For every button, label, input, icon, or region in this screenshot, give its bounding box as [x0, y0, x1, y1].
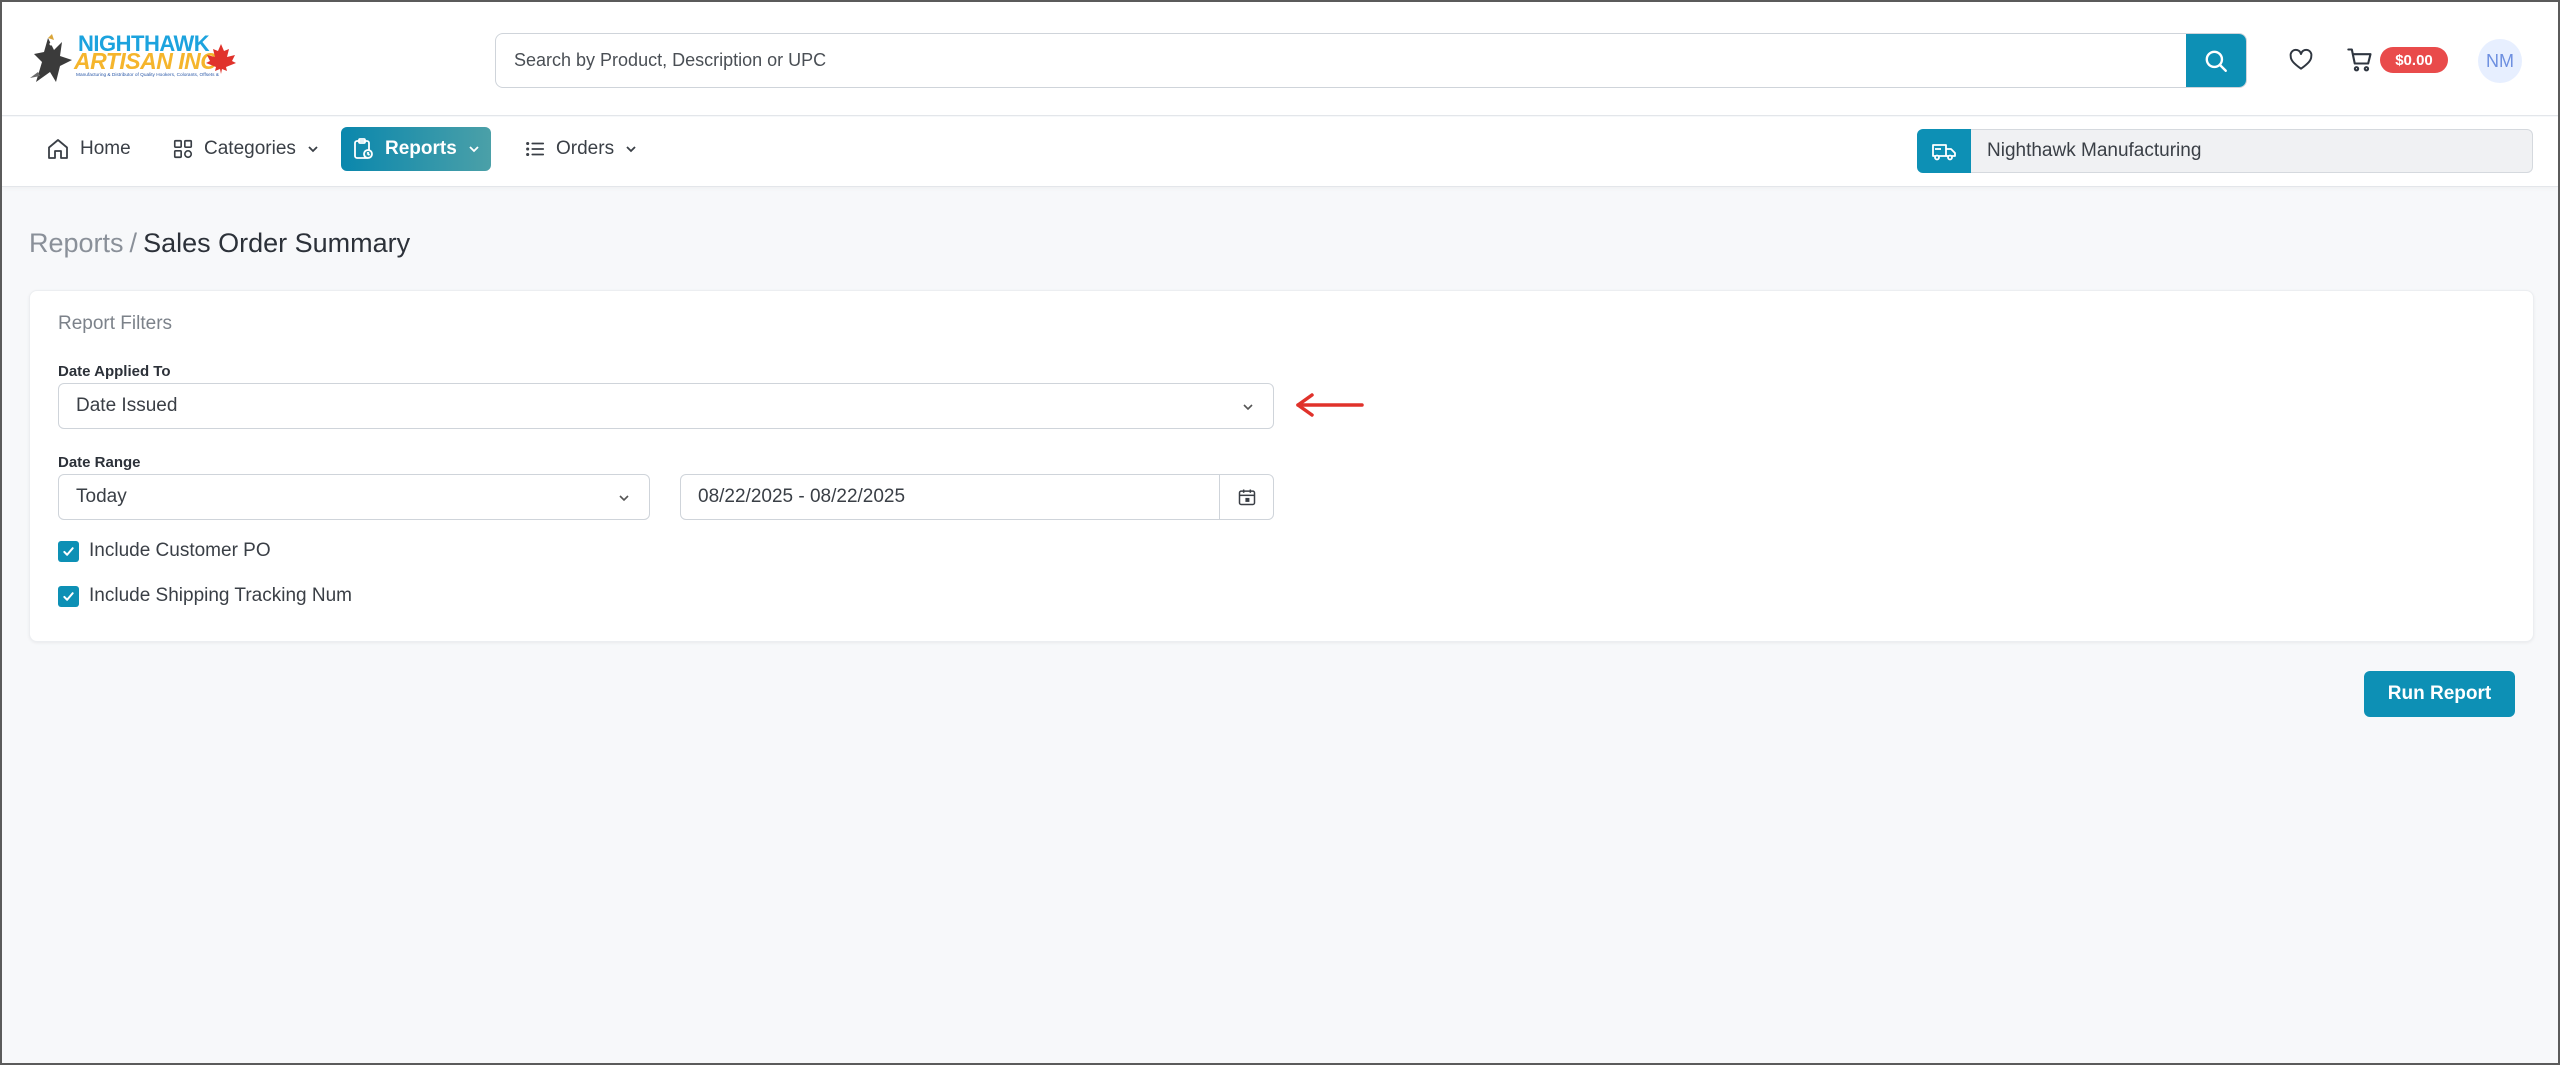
- date-range-value: Today: [76, 486, 127, 507]
- vendor-switch-button[interactable]: [1917, 129, 1971, 173]
- grid-icon: [173, 139, 193, 159]
- date-range-input[interactable]: [681, 475, 1219, 519]
- include-tracking-label: Include Shipping Tracking Num: [89, 585, 352, 606]
- nav-orders-label: Orders: [556, 138, 615, 159]
- breadcrumb: Reports / Sales Order Summary: [29, 228, 410, 259]
- include-customer-po-checkbox[interactable]: [58, 540, 79, 562]
- annotation-arrow-icon: [1296, 393, 1364, 417]
- wishlist-button[interactable]: [2286, 45, 2316, 75]
- include-customer-po-row: Include Customer PO: [58, 540, 271, 562]
- cart-button[interactable]: [2345, 45, 2375, 75]
- brand-logo[interactable]: NIGHTHAWK ARTISAN INC. Manufacturing & D…: [28, 28, 238, 90]
- search-input[interactable]: [496, 34, 2186, 87]
- main-nav: Home Categories Reports Orders Nighthawk…: [2, 117, 2558, 187]
- date-applied-value: Date Issued: [76, 395, 178, 416]
- run-report-button[interactable]: Run Report: [2364, 671, 2515, 717]
- breadcrumb-reports-link[interactable]: Reports: [29, 228, 124, 258]
- nav-categories[interactable]: Categories: [162, 127, 330, 171]
- logo-wordmark-bottom: ARTISAN INC.: [74, 48, 223, 74]
- search-button[interactable]: [2186, 34, 2246, 87]
- include-tracking-checkbox[interactable]: [58, 585, 79, 607]
- report-filters-title: Report Filters: [58, 313, 173, 334]
- chevron-down-icon: [308, 146, 318, 153]
- list-icon: [526, 141, 545, 157]
- check-icon: [63, 546, 74, 556]
- truck-icon: [1932, 144, 1956, 161]
- clipboard-icon: [354, 138, 373, 159]
- nav-home-label: Home: [80, 138, 131, 159]
- date-range-select[interactable]: Today: [58, 474, 650, 520]
- home-icon: [48, 139, 68, 159]
- chevron-down-icon: [619, 495, 629, 502]
- app-window: NIGHTHAWK ARTISAN INC. Manufacturing & D…: [0, 0, 2560, 1065]
- nav-reports[interactable]: Reports: [341, 127, 491, 171]
- heart-icon: [2289, 48, 2313, 70]
- logo-tagline: Manufacturing & Distributor of Quality H…: [76, 72, 219, 78]
- vendor-name-field[interactable]: Nighthawk Manufacturing: [1971, 129, 2533, 173]
- include-tracking-row: Include Shipping Tracking Num: [58, 585, 352, 607]
- search-bar: [495, 33, 2247, 88]
- nav-categories-label: Categories: [204, 138, 296, 159]
- nav-home[interactable]: Home: [36, 127, 141, 171]
- page-title: Sales Order Summary: [143, 228, 411, 258]
- calendar-icon: [1238, 489, 1255, 506]
- calendar-button[interactable]: [1219, 475, 1273, 519]
- date-range-label: Date Range: [58, 454, 141, 471]
- check-icon: [63, 591, 74, 601]
- nav-orders[interactable]: Orders: [514, 127, 648, 171]
- breadcrumb-separator: /: [129, 228, 138, 258]
- maple-leaf-icon: [206, 44, 236, 74]
- hawk-logo-icon: [30, 34, 72, 82]
- report-filters-card: Report Filters Date Applied To Date Issu…: [29, 290, 2534, 642]
- date-range-picker: [680, 474, 1274, 520]
- top-header: NIGHTHAWK ARTISAN INC. Manufacturing & D…: [2, 2, 2558, 116]
- cart-icon: [2347, 48, 2372, 72]
- chevron-down-icon: [469, 146, 479, 153]
- user-avatar[interactable]: NM: [2478, 39, 2522, 83]
- nav-reports-label: Reports: [385, 138, 457, 159]
- chevron-down-icon: [626, 146, 636, 153]
- include-customer-po-label: Include Customer PO: [89, 540, 271, 561]
- date-applied-label: Date Applied To: [58, 363, 171, 380]
- date-applied-select[interactable]: Date Issued: [58, 383, 1274, 429]
- chevron-down-icon: [1243, 404, 1253, 411]
- cart-total-badge[interactable]: $0.00: [2380, 47, 2448, 73]
- search-icon: [2205, 50, 2227, 72]
